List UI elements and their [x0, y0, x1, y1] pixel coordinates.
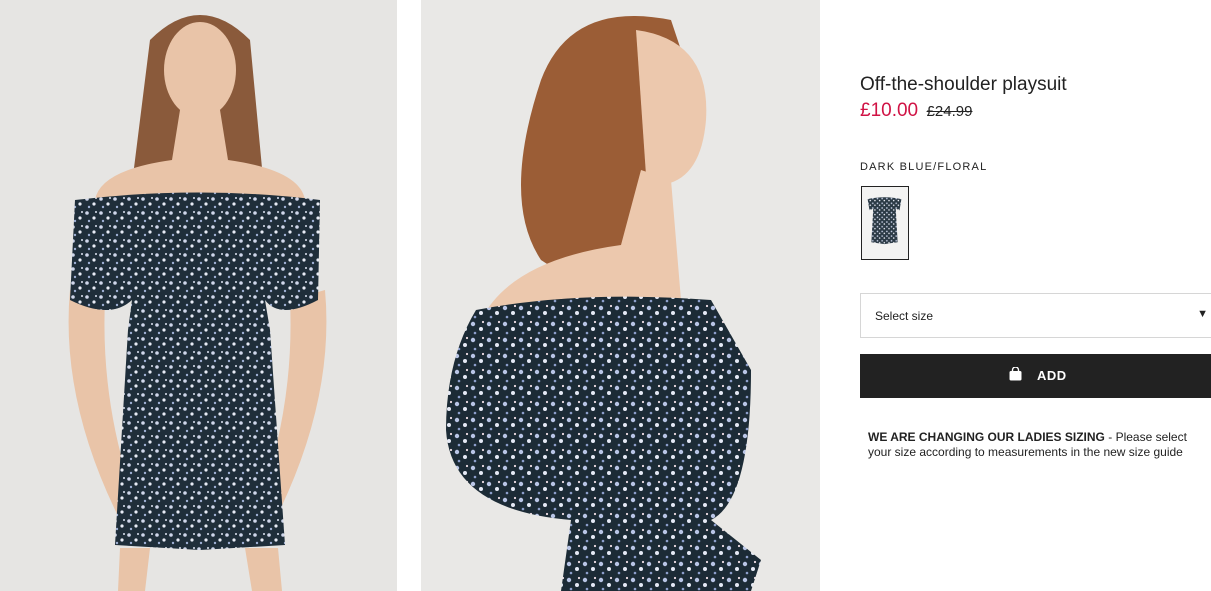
color-swatch-dark-blue-floral[interactable] [861, 186, 909, 260]
color-name: DARK BLUE/FLORAL [860, 161, 988, 173]
add-to-bag-button[interactable]: ADD [860, 354, 1211, 398]
product-price: £10.00 £24.99 [860, 100, 972, 122]
original-price: £24.99 [926, 103, 973, 120]
shopping-bag-icon [1008, 365, 1023, 384]
size-select-label: Select size [875, 309, 934, 323]
sizing-notice-heading: WE ARE CHANGING OUR LADIES SIZING [868, 430, 1105, 444]
product-title: Off-the-shoulder playsuit [860, 74, 1067, 95]
model-side-illustration [421, 0, 820, 591]
sizing-notice: WE ARE CHANGING OUR LADIES SIZING - Plea… [868, 430, 1208, 460]
swatch-thumbnail-image [867, 197, 902, 245]
size-select[interactable]: Select size ▼ [860, 293, 1211, 338]
chevron-down-icon: ▼ [1197, 308, 1208, 320]
sale-price: £10.00 [860, 100, 919, 121]
model-front-illustration [0, 0, 397, 591]
add-button-label: ADD [1036, 368, 1067, 383]
product-details-panel: Off-the-shoulder playsuit £10.00 £24.99 … [860, 0, 1211, 591]
product-image-front[interactable] [0, 0, 397, 591]
product-image-side[interactable] [421, 0, 820, 591]
